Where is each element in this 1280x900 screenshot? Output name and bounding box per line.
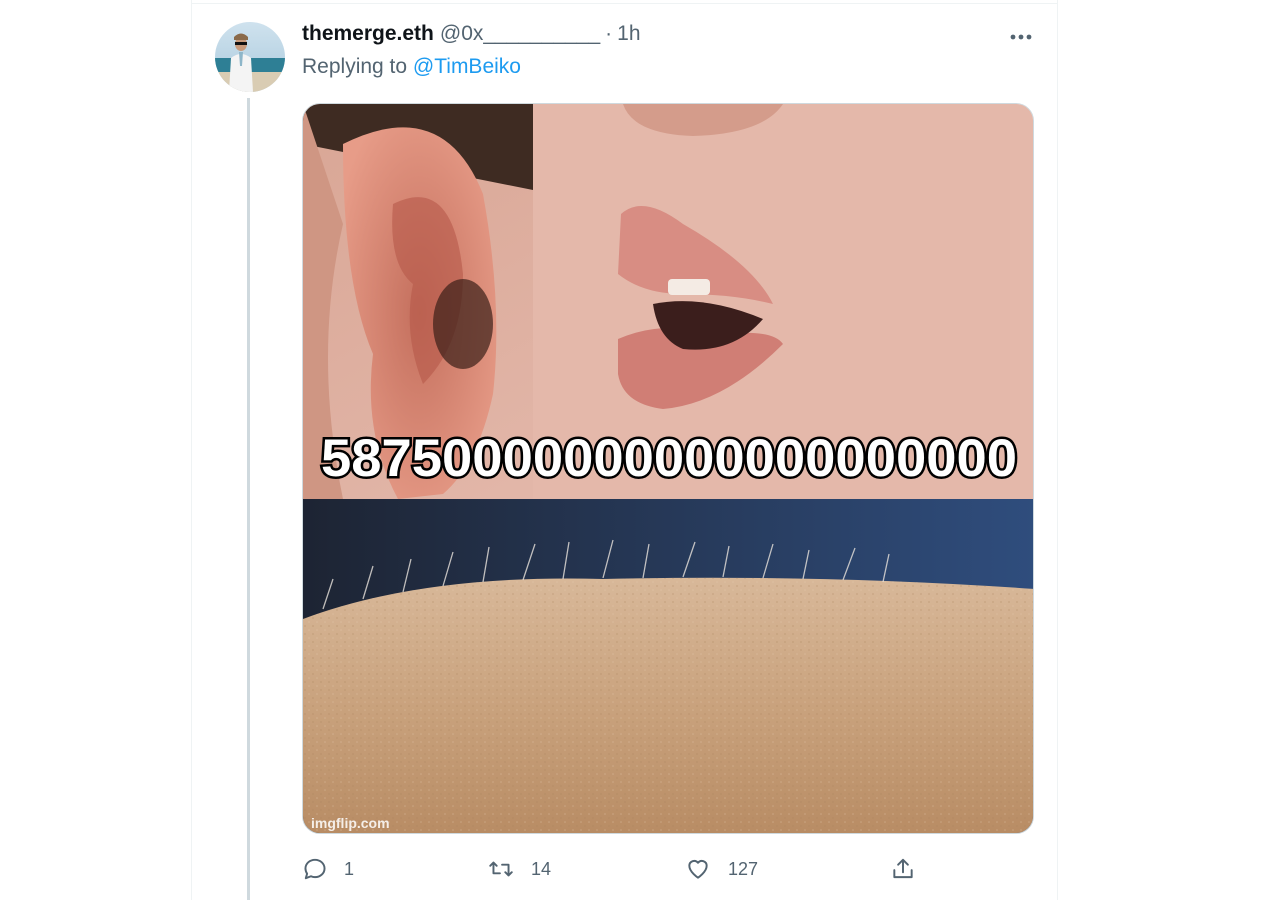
share-icon [890, 856, 916, 882]
retweet-button[interactable]: 14 [487, 852, 551, 886]
tweet-media[interactable]: 58750000000000000000000 imgflip.com [302, 103, 1034, 834]
retweet-count: 14 [531, 858, 552, 879]
tweet-header: themerge.eth @0x__________ · 1h [302, 22, 641, 50]
replying-to-line: Replying to @TimBeiko [302, 55, 521, 79]
watermark: imgflip.com [311, 815, 390, 831]
like-icon [684, 856, 712, 882]
timestamp[interactable]: 1h [617, 22, 640, 46]
reply-icon [302, 856, 328, 882]
reply-button[interactable]: 1 [302, 852, 354, 886]
separator-dot: · [605, 22, 613, 45]
avatar[interactable] [215, 22, 285, 92]
more-button[interactable] [1004, 22, 1038, 52]
reply-count: 1 [344, 858, 355, 879]
replying-to-label: Replying to [302, 55, 408, 78]
divider [191, 3, 1058, 4]
retweet-icon [487, 856, 515, 882]
mention-link[interactable]: @TimBeiko [413, 55, 521, 78]
display-name[interactable]: themerge.eth [302, 22, 434, 46]
more-icon [1009, 33, 1033, 41]
meme-caption: 58750000000000000000000 [321, 429, 1017, 488]
like-count: 127 [728, 858, 759, 879]
share-button[interactable] [890, 852, 916, 886]
like-button[interactable]: 127 [684, 852, 758, 886]
thread-line [247, 98, 250, 900]
user-handle[interactable]: @0x__________ [440, 22, 600, 46]
tweet-actions: 1 14 127 [302, 852, 962, 886]
